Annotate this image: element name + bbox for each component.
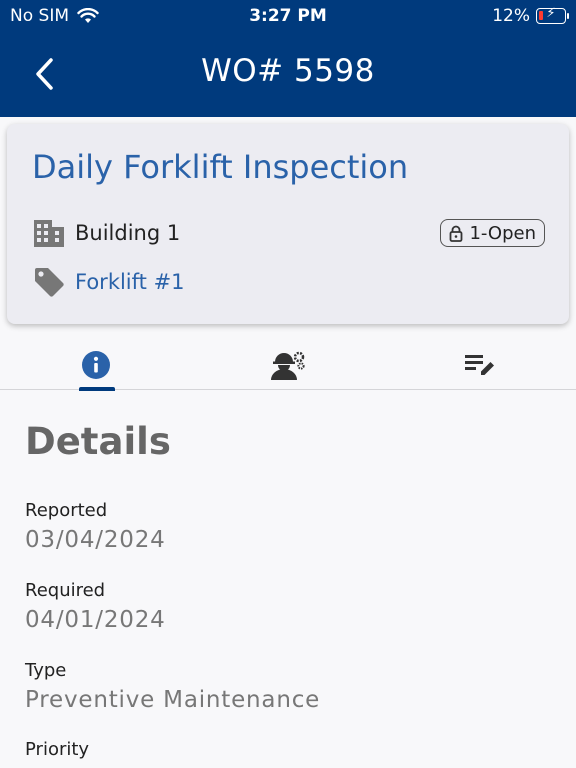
battery-percent: 12% [492, 6, 530, 26]
app-header: No SIM 3:27 PM 12% ⚡ WO# 5598 [0, 0, 576, 117]
work-order-summary-card: Daily Forklift Inspection Building 1 1-O… [7, 124, 569, 324]
reported-value: 03/04/2024 [25, 527, 166, 553]
status-right: 12% ⚡ [492, 6, 569, 26]
edit-list-icon [465, 355, 494, 375]
tab-details[interactable] [0, 336, 192, 391]
tab-bar [0, 336, 576, 391]
reported-label: Reported [25, 500, 108, 521]
section-title: Details [25, 420, 171, 463]
building-label: Building 1 [75, 221, 181, 245]
asset-row[interactable]: Forklift #1 [33, 266, 185, 298]
building-row: Building 1 [33, 218, 180, 248]
clock-time: 3:27 PM [249, 6, 327, 26]
page-title: WO# 5598 [201, 53, 375, 89]
tab-labor[interactable] [192, 336, 384, 390]
asset-link[interactable]: Forklift #1 [75, 270, 185, 294]
worker-gear-icon [271, 351, 305, 380]
required-value: 04/01/2024 [25, 607, 166, 633]
status-badge: 1-Open [440, 219, 545, 247]
work-order-title: Daily Forklift Inspection [32, 148, 409, 186]
required-label: Required [25, 580, 106, 601]
priority-label: Priority [25, 739, 90, 760]
type-value: Preventive Maintenance [25, 687, 321, 713]
tab-notes[interactable] [384, 336, 576, 390]
active-tab-indicator [79, 387, 115, 391]
type-label: Type [25, 660, 67, 681]
info-icon [82, 351, 110, 379]
status-label: 1-Open [469, 222, 536, 244]
battery-icon: ⚡ [536, 6, 569, 24]
lock-icon [450, 225, 463, 242]
status-bar: No SIM 3:27 PM 12% ⚡ [0, 0, 576, 34]
tag-icon [35, 268, 64, 297]
building-icon [34, 220, 64, 247]
charging-bolt-icon: ⚡ [546, 6, 556, 21]
